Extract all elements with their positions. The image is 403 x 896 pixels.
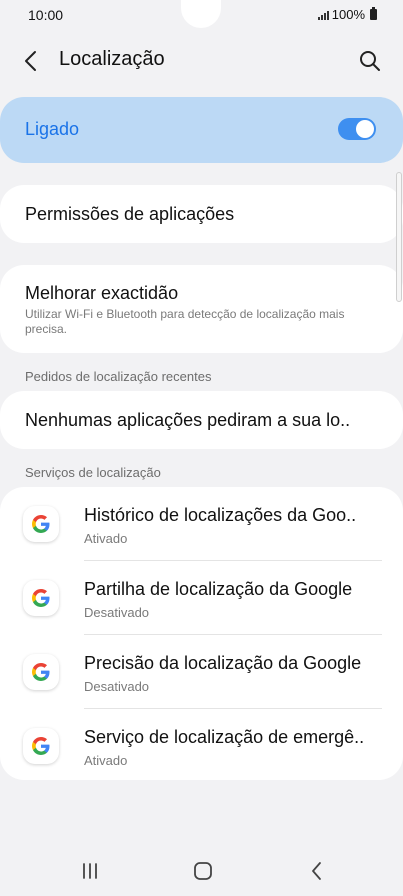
google-icon — [23, 506, 59, 542]
location-master-switch[interactable]: Ligado — [0, 97, 403, 163]
service-title: Partilha de localização da Google — [84, 579, 353, 599]
google-icon — [23, 580, 59, 616]
service-item-location-accuracy[interactable]: Precisão da localização da Google Desati… — [0, 635, 403, 709]
page-title: Localização — [59, 48, 165, 70]
recent-requests-item: Nenhumas aplicações pediram a sua lo.. — [0, 391, 403, 449]
chevron-left-icon[interactable] — [18, 48, 44, 74]
improve-accuracy-subtitle: Utilizar Wi-Fi e Bluetooth para detecção… — [25, 307, 345, 336]
recent-requests-header: Pedidos de localização recentes — [25, 369, 212, 384]
service-title: Precisão da localização da Google — [84, 653, 362, 673]
search-icon[interactable] — [357, 48, 383, 74]
service-item-location-sharing[interactable]: Partilha de localização da Google Desati… — [0, 561, 403, 635]
service-status: Ativado — [84, 753, 128, 768]
recent-requests-text: Nenhumas aplicações pediram a sua lo.. — [25, 410, 351, 430]
navigation-bar — [0, 846, 403, 896]
google-icon — [23, 654, 59, 690]
scrollbar[interactable] — [396, 172, 402, 302]
battery-icon — [370, 7, 377, 20]
toggle-knob — [356, 120, 374, 138]
service-item-emergency-location[interactable]: Serviço de localização de emergê.. Ativa… — [0, 709, 403, 783]
service-status: Desativado — [84, 605, 150, 620]
recents-icon[interactable] — [75, 858, 105, 884]
signal-icon — [317, 10, 329, 20]
improve-accuracy-title: Melhorar exactidão — [25, 283, 179, 303]
location-services-card: Histórico de localizações da Goo.. Ativa… — [0, 487, 403, 780]
location-services-header: Serviços de localização — [25, 465, 161, 480]
google-icon — [23, 728, 59, 764]
battery-percent: 100% — [331, 7, 365, 22]
location-toggle[interactable] — [338, 118, 376, 140]
home-icon[interactable] — [188, 858, 218, 884]
status-time: 10:00 — [28, 7, 64, 23]
master-switch-label: Ligado — [25, 119, 80, 139]
service-title: Serviço de localização de emergê.. — [84, 727, 365, 747]
back-nav-icon[interactable] — [302, 858, 332, 884]
service-status: Ativado — [84, 531, 128, 546]
status-icons: 100% — [317, 7, 377, 22]
status-bar: 10:00 100% — [0, 0, 403, 32]
service-status: Desativado — [84, 679, 150, 694]
app-bar: Localização — [0, 38, 403, 82]
camera-notch — [181, 0, 221, 28]
service-item-location-history[interactable]: Histórico de localizações da Goo.. Ativa… — [0, 487, 403, 561]
app-permissions-label: Permissões de aplicações — [25, 204, 235, 224]
app-permissions-item[interactable]: Permissões de aplicações — [0, 185, 403, 243]
improve-accuracy-item[interactable]: Melhorar exactidão Utilizar Wi-Fi e Blue… — [0, 265, 403, 353]
service-title: Histórico de localizações da Goo.. — [84, 505, 357, 525]
